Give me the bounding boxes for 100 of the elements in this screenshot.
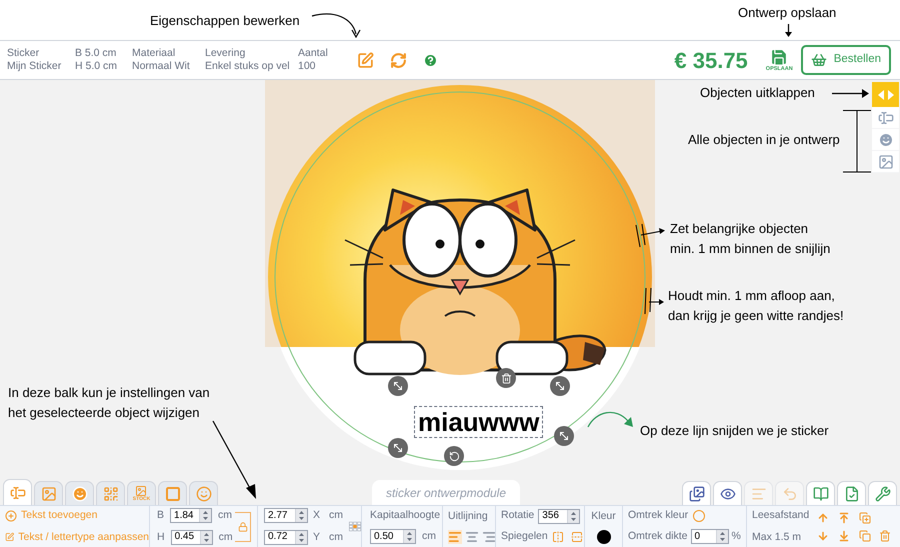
help-icon	[423, 52, 438, 68]
spec-value: Enkel stuks op vel	[205, 60, 291, 73]
bring-forward-icon[interactable]	[817, 512, 829, 524]
send-to-back-icon[interactable]	[838, 530, 850, 542]
position-field[interactable]: 2.77	[264, 508, 308, 524]
field-label: Kapitaalhoogte	[370, 508, 442, 524]
bring-to-front-icon[interactable]	[838, 512, 850, 524]
flip-horizontal-icon[interactable]	[552, 530, 564, 543]
align-left-icon[interactable]	[448, 530, 462, 544]
price-text: € 35.75	[674, 46, 748, 74]
book-icon	[812, 486, 828, 502]
spinner-arrows-icon[interactable]	[295, 530, 307, 544]
send-backward-icon[interactable]	[817, 530, 829, 542]
unit-label: cm	[218, 530, 233, 544]
spinner-arrows-icon[interactable]	[567, 510, 580, 523]
field-label: Omtrek kleur	[628, 508, 688, 524]
spec-label: Aantal	[298, 47, 329, 60]
edit-button[interactable]	[355, 50, 376, 70]
spinner-arrows-icon[interactable]	[403, 530, 415, 544]
edit-icon	[5, 531, 14, 544]
copy-icon[interactable]	[858, 530, 870, 542]
field-label: Kleur	[591, 508, 616, 524]
align-center-icon[interactable]	[465, 530, 479, 544]
pattern-smiley-icon	[196, 486, 212, 502]
undo-icon	[782, 486, 798, 502]
field-label: Spiegelen	[501, 529, 548, 544]
spinner-arrows-icon[interactable]	[716, 530, 728, 544]
document-check-icon	[844, 486, 860, 502]
qr-code-icon	[102, 486, 118, 502]
spec-value: 100	[298, 60, 317, 73]
square-icon	[164, 486, 180, 502]
align-right-icon[interactable]	[482, 530, 496, 544]
plus-circle-icon	[5, 510, 17, 522]
background-image-icon	[688, 486, 704, 502]
outline-color-swatch[interactable]	[693, 510, 706, 522]
lock-bracket[interactable]	[234, 512, 251, 542]
spinner-arrows-icon[interactable]	[295, 509, 307, 522]
spec-value: Mijn Sticker	[7, 60, 62, 73]
module-label: sticker ontwerpmodule	[372, 480, 520, 505]
spinner-arrows-icon[interactable]	[200, 530, 212, 544]
size-field[interactable]: 0.45	[170, 530, 213, 545]
unit-label: cm	[329, 508, 344, 523]
color-swatch[interactable]	[596, 530, 610, 544]
field-label: Y	[313, 530, 320, 544]
outline-width-field[interactable]: 0	[690, 529, 729, 544]
annotation-text: Objecten uitklappen	[700, 84, 815, 102]
tools-icon	[874, 486, 890, 502]
annotation-text: In deze balk kun je instellingen van het geselecteerde object wijzigen	[8, 384, 210, 422]
unit-label: cm	[422, 529, 436, 544]
anchor-grid-icon	[349, 519, 361, 534]
annotation-text: Ontwerp opslaan	[738, 4, 836, 22]
field-label: Leesafstand	[752, 508, 810, 523]
reading-distance-text: Max 1.5 m	[752, 530, 802, 544]
right-arrow-icon	[832, 89, 870, 98]
rotation-field[interactable]: 356	[538, 508, 580, 524]
down-arrow-icon	[784, 24, 793, 38]
field-label: Omtrek dikte	[628, 529, 688, 544]
cap-height-field[interactable]: 0.50	[370, 529, 416, 544]
size-field[interactable]: 1.84	[170, 508, 212, 524]
field-label: Uitlijning	[448, 508, 489, 524]
spec-label: Materiaal	[132, 47, 176, 60]
align-icon	[750, 486, 766, 502]
design-text[interactable]: miauwww	[414, 406, 544, 438]
flip-vertical-icon[interactable]	[570, 530, 583, 543]
tool-tab[interactable]	[713, 481, 742, 505]
smiley-icon	[878, 132, 894, 148]
annotation-text: Houdt min. 1 mm afloop aan, dan krijg je geen witte randjes!	[668, 287, 844, 325]
field-label: B	[157, 508, 164, 523]
spec-label: Levering	[205, 47, 246, 60]
basket-icon	[810, 52, 827, 68]
duplicate-icon[interactable]	[858, 512, 870, 524]
spec-value: Normaal Wit	[132, 60, 191, 73]
image-icon	[878, 154, 894, 170]
field-label: X	[313, 508, 320, 523]
unit-label: %	[732, 529, 741, 544]
annotation-text: Zet belangrijke objecten min. 1 mm binnen de snijlijn	[670, 220, 830, 258]
expand-objects-button[interactable]	[872, 82, 899, 107]
position-field[interactable]: 0.72	[264, 530, 308, 545]
smiley-icon	[72, 486, 88, 502]
eye-icon	[720, 486, 736, 502]
text-cursor-icon	[878, 110, 894, 126]
left-right-triangles-icon	[878, 90, 894, 100]
trash-icon[interactable]	[879, 530, 892, 542]
spinner-arrows-icon[interactable]	[199, 509, 212, 522]
spec-label: Sticker	[7, 47, 40, 60]
lock-icon	[238, 522, 248, 532]
tool-tab[interactable]	[837, 481, 866, 505]
tool-tab[interactable]	[868, 481, 897, 505]
spec-value: H 5.0 cm	[75, 60, 118, 73]
spec-label: B 5.0 cm	[75, 47, 118, 60]
curved-arrow-icon	[310, 12, 362, 38]
bracket-line	[843, 110, 871, 173]
image-icon	[40, 486, 56, 502]
tool-tab[interactable]	[806, 481, 835, 505]
bleed-marker-icon	[643, 286, 665, 316]
field-label: Rotatie	[501, 508, 534, 524]
tool-tab[interactable]	[682, 481, 711, 505]
unit-label: cm	[218, 508, 232, 523]
annotation-text: Eigenschappen bewerken	[150, 12, 300, 30]
annotation-text: Alle objecten in je ontwerp	[688, 131, 840, 149]
